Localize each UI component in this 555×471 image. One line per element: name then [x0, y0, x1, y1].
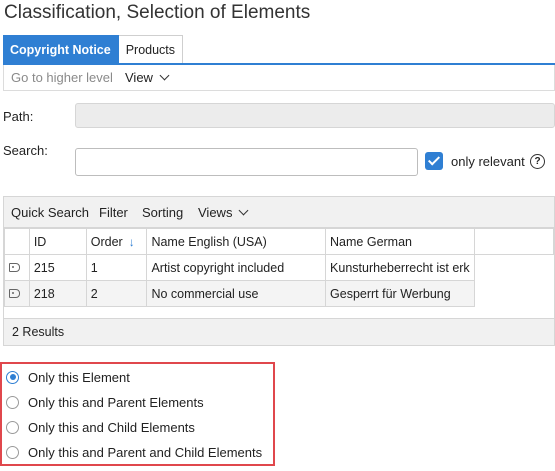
cell-name-german: Kunsturheberrecht ist erk — [325, 254, 475, 281]
column-header-name-english[interactable]: Name English (USA) — [146, 228, 327, 255]
window-title: Classification, Selection of Elements — [4, 2, 311, 23]
views-menu-label: Views — [198, 205, 233, 220]
views-menu[interactable]: Views — [198, 205, 249, 220]
cell-empty — [474, 280, 554, 307]
view-menu-label: View — [125, 70, 153, 85]
navigation-toolbar: Go to higher level View — [3, 65, 555, 91]
go-to-higher-level-button[interactable]: Go to higher level — [11, 70, 113, 85]
table-row[interactable]: 218 2 No commercial use Gesperrt für Wer… — [4, 280, 554, 307]
radio-icon[interactable] — [6, 420, 19, 434]
tag-icon — [9, 262, 20, 272]
chevron-down-icon — [159, 70, 170, 81]
view-menu[interactable]: View — [125, 70, 170, 85]
cell-order: 2 — [85, 280, 148, 307]
radio-selected-icon[interactable] — [6, 370, 19, 384]
only-relevant-label: only relevant — [451, 154, 525, 169]
option-label: Only this and Parent Elements — [28, 394, 204, 410]
row-icon-cell — [4, 254, 30, 281]
path-label: Path: — [3, 109, 34, 124]
path-field — [75, 103, 555, 128]
radio-icon[interactable] — [6, 445, 19, 459]
cell-id: 218 — [28, 280, 87, 307]
quick-search-button[interactable]: Quick Search — [11, 205, 89, 220]
table-row[interactable]: 215 1 Artist copyright included Kunsturh… — [4, 254, 554, 281]
column-header-id[interactable]: ID — [28, 228, 87, 255]
option-only-this-element[interactable]: Only this Element — [6, 366, 130, 388]
option-this-and-child[interactable]: Only this and Child Elements — [6, 416, 195, 438]
column-header-order[interactable]: Order ↓ — [85, 228, 148, 255]
radio-icon[interactable] — [6, 395, 19, 409]
cell-name-german: Gesperrt für Werbung — [325, 280, 475, 307]
column-header-order-label: Order — [90, 234, 123, 249]
cell-empty — [474, 254, 554, 281]
tab-products[interactable]: Products — [118, 35, 184, 65]
results-count: 2 Results — [12, 325, 65, 339]
cell-id: 215 — [28, 254, 87, 281]
sorting-button[interactable]: Sorting — [142, 205, 183, 220]
table-header-row: ID Order ↓ Name English (USA) Name German — [4, 228, 555, 255]
results-grid: Quick Search Filter Sorting Views ID Ord… — [3, 196, 555, 346]
sort-down-arrow-icon: ↓ — [128, 234, 135, 249]
column-header-empty — [473, 228, 555, 255]
row-icon-cell — [4, 280, 30, 307]
help-icon[interactable]: ? — [530, 154, 545, 169]
option-label: Only this and Parent and Child Elements — [28, 444, 263, 460]
option-label: Only this Element — [28, 369, 130, 385]
option-this-and-parent[interactable]: Only this and Parent Elements — [6, 391, 204, 413]
option-this-parent-and-child[interactable]: Only this and Parent and Child Elements — [6, 441, 262, 463]
results-footer: 2 Results — [4, 318, 554, 345]
data-table: ID Order ↓ Name English (USA) Name German… — [4, 228, 555, 307]
option-label: Only this and Child Elements — [28, 419, 195, 435]
selection-scope-group: Only this Element Only this and Parent E… — [0, 362, 275, 466]
tab-copyright-notice[interactable]: Copyright Notice — [3, 35, 119, 65]
search-input[interactable] — [75, 148, 418, 176]
cell-name-english: No commercial use — [146, 280, 327, 307]
tab-bar: Copyright Notice Products — [3, 35, 184, 65]
filter-button[interactable]: Filter — [99, 205, 128, 220]
cell-name-english: Artist copyright included — [146, 254, 327, 281]
row-icon-header — [4, 228, 30, 255]
only-relevant-checkbox[interactable] — [425, 152, 443, 170]
cell-order: 1 — [85, 254, 148, 281]
tag-icon — [9, 288, 20, 298]
grid-toolbar: Quick Search Filter Sorting Views — [4, 197, 554, 228]
chevron-down-icon — [239, 205, 249, 216]
search-label: Search: — [3, 143, 48, 158]
column-header-name-german[interactable]: Name German — [325, 228, 475, 255]
